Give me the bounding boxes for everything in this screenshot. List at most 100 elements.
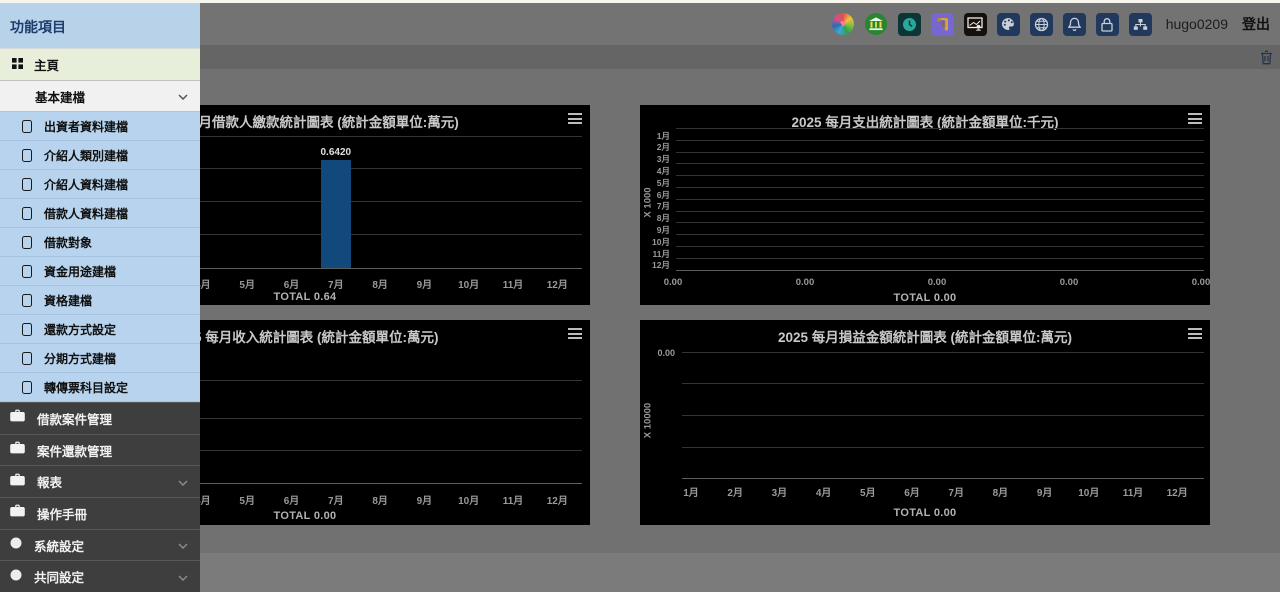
month-label: 10月 xyxy=(1078,484,1099,499)
grid-icon xyxy=(12,56,23,74)
colorful-logo-icon[interactable]: ♥ xyxy=(832,13,855,36)
app-icon-row: ♥ xyxy=(832,13,1152,36)
circle-icon xyxy=(10,536,22,554)
sidebar-item-label: 操作手冊 xyxy=(37,504,87,523)
chevron-down-icon xyxy=(178,87,188,105)
gridline xyxy=(676,199,1204,200)
clock-icon[interactable] xyxy=(898,13,921,36)
lock-icon[interactable] xyxy=(1096,13,1119,36)
month-label: 6月 xyxy=(904,484,920,499)
sidebar-item-label: 轉傳票科目設定 xyxy=(44,379,128,396)
presentation-icon[interactable] xyxy=(964,13,987,36)
globe-icon[interactable] xyxy=(1030,13,1053,36)
sidebar-subitem[interactable]: 借款對象 xyxy=(0,228,200,257)
logout-button[interactable]: 登出 xyxy=(1242,14,1270,34)
gridline xyxy=(676,246,1204,247)
chart-menu-icon[interactable] xyxy=(568,113,582,127)
month-label: 12月 xyxy=(547,276,568,291)
y-axis-unit-label: X 10000 xyxy=(643,401,654,441)
page-top-strip xyxy=(0,0,1280,3)
username-label: hugo0209 xyxy=(1166,16,1228,32)
sidebar-item-home[interactable]: 主頁 xyxy=(0,48,200,81)
category-label: 11月 xyxy=(640,248,670,260)
palette-icon[interactable] xyxy=(997,13,1020,36)
category-label: 4月 xyxy=(640,165,670,177)
month-label: 12月 xyxy=(547,492,568,507)
tablet-icon xyxy=(22,352,32,365)
gridline xyxy=(676,140,1204,141)
data-bar xyxy=(321,160,351,268)
sidebar-item-label: 借款人資料建檔 xyxy=(44,205,128,222)
x-axis-line xyxy=(682,478,1204,479)
chart-menu-icon[interactable] xyxy=(568,328,582,342)
month-label: 7月 xyxy=(328,276,344,291)
x-tick-label: 0.00 xyxy=(1192,277,1210,288)
sidebar-item-label: 案件還款管理 xyxy=(37,441,112,460)
sidebar-subitem-list: 出資者資料建檔介紹人類別建檔介紹人資料建檔借款人資料建檔借款對象資金用途建檔資格… xyxy=(0,112,200,402)
chevron-down-icon xyxy=(178,473,188,491)
sidebar-item-label: 基本建檔 xyxy=(35,87,85,106)
category-label: 9月 xyxy=(640,224,670,236)
tablet-icon xyxy=(22,265,32,278)
month-label: 5月 xyxy=(860,484,876,499)
category-label: 1月 xyxy=(640,130,670,142)
briefcase-icon xyxy=(10,473,25,491)
sidebar-subitem[interactable]: 還款方式設定 xyxy=(0,315,200,344)
sidebar-item-操作手冊[interactable]: 操作手冊 xyxy=(0,497,200,529)
x-tick-label: 0.00 xyxy=(664,277,683,288)
sidebar-item-案件還款管理[interactable]: 案件還款管理 xyxy=(0,434,200,466)
sidebar-subitem[interactable]: 介紹人資料建檔 xyxy=(0,170,200,199)
sidebar-item-系統設定[interactable]: 系統設定 xyxy=(0,529,200,561)
tablet-icon xyxy=(22,294,32,307)
gridline xyxy=(682,352,1204,353)
sidebar-item-報表[interactable]: 報表 xyxy=(0,465,200,497)
y-tick-label: 0.00 xyxy=(640,348,675,358)
x-tick-label: 0.00 xyxy=(928,277,947,288)
tablet-icon xyxy=(22,149,32,162)
sidebar-subitem[interactable]: 分期方式建檔 xyxy=(0,344,200,373)
gridline xyxy=(676,152,1204,153)
sitemap-icon[interactable] xyxy=(1129,13,1152,36)
sidebar-subitem[interactable]: 借款人資料建檔 xyxy=(0,199,200,228)
sidebar-item-label: 借款對象 xyxy=(44,234,92,251)
tablet-icon xyxy=(22,178,32,191)
sidebar-subitem[interactable]: 資格建檔 xyxy=(0,286,200,315)
x-tick-label: 0.00 xyxy=(796,277,815,288)
sidebar-subitem[interactable]: 轉傳票科目設定 xyxy=(0,373,200,402)
y-axis-unit-label: X 1000 xyxy=(643,183,654,223)
sidebar-item-label: 資格建檔 xyxy=(44,292,92,309)
gridline xyxy=(676,211,1204,212)
chart-menu-icon[interactable] xyxy=(1188,328,1202,342)
gridline xyxy=(676,163,1204,164)
sidebar-item-label: 分期方式建檔 xyxy=(44,350,116,367)
bell-icon[interactable] xyxy=(1063,13,1086,36)
sidebar-item-借款案件管理[interactable]: 借款案件管理 xyxy=(0,402,200,434)
chart-panel-expense: 2025 每月支出統計圖表 (統計金額單位:千元) 1月2月3月4月5月6月7月… xyxy=(640,105,1210,305)
sidebar-item-basic-setup[interactable]: 基本建檔 xyxy=(0,81,200,112)
month-label: 6月 xyxy=(284,276,300,291)
tablet-icon xyxy=(22,120,32,133)
month-label: 11月 xyxy=(503,492,524,507)
sidebar-subitem[interactable]: 出資者資料建檔 xyxy=(0,112,200,141)
sidebar-item-label: 共同設定 xyxy=(34,567,84,586)
chart-menu-icon[interactable] xyxy=(1188,113,1202,127)
month-label: 10月 xyxy=(458,492,479,507)
gridline xyxy=(676,222,1204,223)
month-label: 11月 xyxy=(503,276,524,291)
sidebar-subitem[interactable]: 資金用途建檔 xyxy=(0,257,200,286)
gridline xyxy=(682,383,1204,384)
sidebar-item-label: 還款方式設定 xyxy=(44,321,116,338)
sidebar-item-共同設定[interactable]: 共同設定 xyxy=(0,560,200,592)
gridline xyxy=(676,234,1204,235)
trash-icon[interactable] xyxy=(1260,50,1273,65)
briefcase-icon xyxy=(10,409,25,427)
sidebar-subitem[interactable]: 介紹人類別建檔 xyxy=(0,141,200,170)
category-label: 10月 xyxy=(640,236,670,248)
scroll-icon[interactable] xyxy=(931,13,954,36)
month-label: 11月 xyxy=(1123,484,1144,499)
month-label: 5月 xyxy=(239,276,255,291)
chart-panel-profit: 2025 每月損益金額統計圖表 (統計金額單位:萬元) 0.001月2月3月4月… xyxy=(640,320,1210,525)
month-label: 8月 xyxy=(372,492,388,507)
bank-icon[interactable] xyxy=(865,13,888,36)
month-label: 5月 xyxy=(239,492,255,507)
